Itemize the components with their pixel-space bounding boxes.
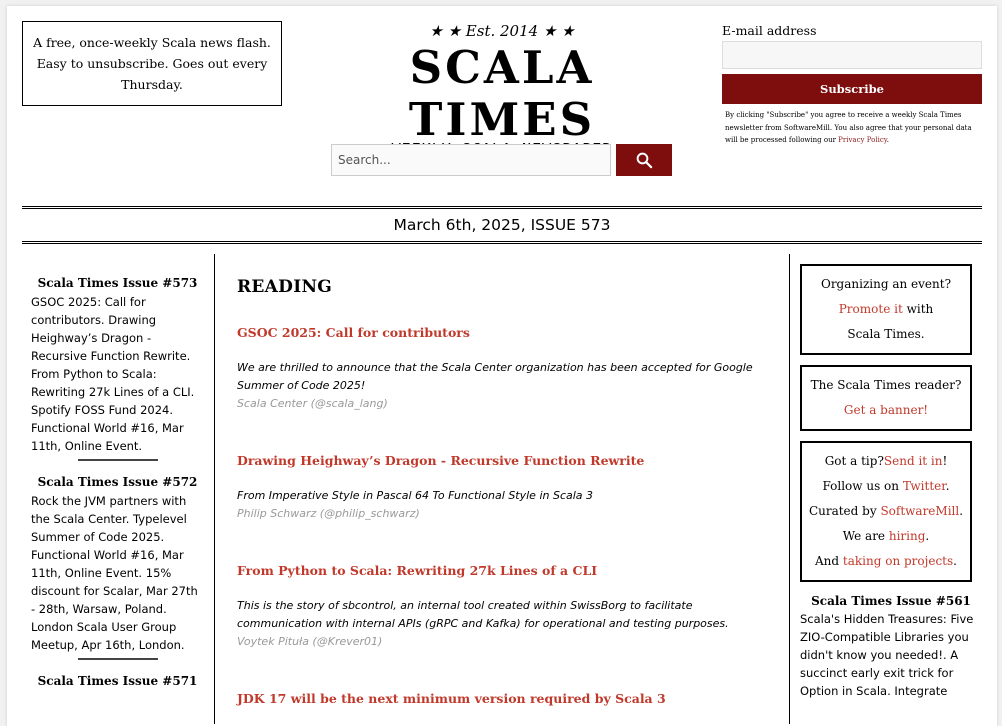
right-sidebar: Organizing an event? Promote it with Sca… [789, 254, 982, 724]
follow-line: Follow us on Twitter. [806, 474, 966, 499]
search-button[interactable] [616, 144, 672, 176]
promo-line: Organizing an event? [820, 277, 952, 291]
projects-line: And taking on projects. [806, 549, 966, 574]
article: JDK 17 will be the next minimum version … [237, 689, 789, 709]
main-content: READING GSOC 2025: Call for contributors… [222, 254, 789, 724]
article-description: This is the story of sbcontrol, an inter… [237, 599, 729, 630]
past-issue-heading[interactable]: Scala Times Issue #571 [31, 672, 204, 690]
divider [77, 658, 158, 660]
article-author: Philip Schwarz (@philip_schwarz) [237, 507, 420, 520]
email-field[interactable] [722, 41, 982, 69]
send-tip-link[interactable]: Send it in [884, 454, 943, 468]
page: A free, once-weekly Scala news flash. Ea… [7, 6, 997, 726]
past-issue[interactable]: Scala Times Issue #572 Rock the JVM part… [31, 473, 204, 660]
search-icon [636, 152, 653, 169]
consent-text: By clicking "Subscribe" you agree to rec… [722, 104, 982, 147]
issue-date: March 6th, 2025, ISSUE 573 [393, 216, 611, 234]
hiring-text: We are [842, 529, 889, 543]
curated-end: . [959, 504, 964, 518]
banner-box: The Scala Times reader? Get a banner! [800, 365, 972, 431]
tip-end: ! [942, 454, 948, 468]
info-box: Got a tip?Send it in! Follow us on Twitt… [800, 441, 972, 582]
left-sidebar: Scala Times Issue #573 GSOC 2025: Call f… [22, 254, 215, 724]
follow-text: Follow us on [822, 479, 903, 493]
hiring-link[interactable]: hiring [889, 529, 926, 543]
past-issue-summary: Rock the JVM partners with the Scala Cen… [31, 494, 198, 652]
curated-line: Curated by SoftwareMill. [806, 499, 966, 524]
promo-line: Scala Times. [847, 327, 925, 341]
curated-text: Curated by [808, 504, 881, 518]
banner-line: The Scala Times reader? [810, 378, 962, 392]
past-issue[interactable]: Scala Times Issue #571 [31, 672, 204, 690]
projects-link[interactable]: taking on projects [843, 554, 953, 568]
article: From Python to Scala: Rewriting 27k Line… [237, 561, 789, 651]
article-title-link[interactable]: Drawing Heighway’s Dragon - Recursive Fu… [237, 451, 789, 471]
past-issue[interactable]: Scala Times Issue #573 GSOC 2025: Call f… [31, 274, 204, 461]
newsletter-signup: E-mail address Subscribe By clicking "Su… [722, 22, 982, 147]
past-issue-summary: GSOC 2025: Call for contributors. Drawin… [31, 295, 195, 453]
article-title-link[interactable]: JDK 17 will be the next minimum version … [237, 689, 789, 709]
promote-event-box: Organizing an event? Promote it with Sca… [800, 264, 972, 355]
section-heading: READING [237, 277, 333, 297]
promo-line: Promote it with [806, 297, 966, 322]
get-banner-link[interactable]: Get a banner! [844, 403, 928, 417]
issue-date-bar: March 6th, 2025, ISSUE 573 [22, 206, 982, 244]
article-author: Scala Center (@scala_lang) [237, 397, 388, 410]
promo-line-text: with [902, 302, 934, 316]
hiring-line: We are hiring. [806, 524, 966, 549]
divider [77, 459, 158, 461]
past-issue-heading[interactable]: Scala Times Issue #573 [31, 274, 204, 292]
masthead: ★ ★ Est. 2014 ★ ★ SCALA TIMES WEEKLY SCA… [322, 20, 682, 158]
subscribe-button[interactable]: Subscribe [722, 74, 982, 104]
consent-end: . [886, 136, 889, 144]
article-title-link[interactable]: GSOC 2025: Call for contributors [237, 323, 789, 343]
article: Drawing Heighway’s Dragon - Recursive Fu… [237, 451, 789, 523]
twitter-link[interactable]: Twitter [903, 479, 946, 493]
promo-text: A free, once-weekly Scala news flash. Ea… [33, 35, 271, 92]
article-title-link[interactable]: From Python to Scala: Rewriting 27k Line… [237, 561, 789, 581]
tip-text: Got a tip? [824, 454, 884, 468]
hiring-end: . [925, 529, 930, 543]
softwaremill-link[interactable]: SoftwareMill [880, 504, 959, 518]
article-description: From Imperative Style in Pascal 64 To Fu… [237, 489, 594, 502]
past-issue-heading[interactable]: Scala Times Issue #561 [800, 592, 982, 610]
est-tagline: ★ ★ Est. 2014 ★ ★ [429, 22, 575, 40]
past-issue-summary: Scala's Hidden Treasures: Five ZIO-Compa… [800, 612, 974, 698]
follow-end: . [945, 479, 950, 493]
projects-end: . [953, 554, 957, 568]
article: GSOC 2025: Call for contributors We are … [237, 323, 789, 413]
email-label: E-mail address [722, 23, 817, 38]
site-title[interactable]: SCALA TIMES [322, 42, 682, 146]
article-author: Voytek Pituła (@Krever01) [237, 635, 383, 648]
promote-it-link[interactable]: Promote it [839, 302, 903, 316]
projects-text: And [815, 554, 843, 568]
search-input[interactable]: Search... [331, 144, 611, 176]
past-issue-heading[interactable]: Scala Times Issue #572 [31, 473, 204, 491]
privacy-policy-link[interactable]: Privacy Policy [838, 136, 887, 144]
tip-line: Got a tip?Send it in! [806, 449, 966, 474]
article-description: We are thrilled to announce that the Sca… [237, 361, 753, 392]
newsletter-promo: A free, once-weekly Scala news flash. Ea… [22, 21, 282, 106]
banner-line: Get a banner! [806, 398, 966, 423]
